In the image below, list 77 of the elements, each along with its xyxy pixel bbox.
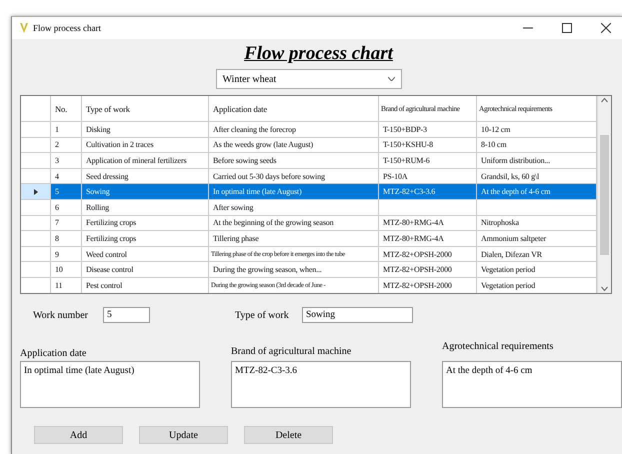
crop-dropdown[interactable]: Winter wheat xyxy=(216,69,402,89)
table-cell: 8-10 cm xyxy=(477,138,597,154)
vertical-scrollbar[interactable] xyxy=(597,96,611,293)
column-header[interactable]: No. xyxy=(51,96,82,122)
table-cell: At the depth of 4-6 cm xyxy=(477,184,597,200)
table-cell: MTZ-82+OPSH-2000 xyxy=(379,246,477,262)
machine-brand-field[interactable]: MTZ-82-C3-3.6 xyxy=(231,361,411,408)
table-cell: MTZ-82+C3-3.6 xyxy=(379,184,477,200)
table-cell: 10 xyxy=(51,262,82,278)
scroll-up-icon[interactable] xyxy=(601,96,608,104)
window-title: Flow process chart xyxy=(33,23,102,33)
table-cell: T-150+RUM-6 xyxy=(379,153,477,169)
column-header[interactable]: Application date xyxy=(209,96,379,122)
type-of-work-field[interactable]: Sowing xyxy=(302,307,413,323)
table-cell: 7 xyxy=(51,216,82,232)
wheat-icon xyxy=(19,22,29,34)
action-button[interactable]: Add xyxy=(34,426,123,444)
table-cell: Rolling xyxy=(82,200,209,216)
table-cell: Fertilizing crops xyxy=(82,216,209,232)
action-button[interactable]: Update xyxy=(139,426,228,444)
field-label: Work number xyxy=(33,310,90,320)
table-cell: T-150+BDP-3 xyxy=(379,122,477,138)
table-cell: After sowing xyxy=(209,200,379,216)
table-cell: Uniform distribution... xyxy=(477,153,597,169)
table-cell: 1 xyxy=(51,122,82,138)
maximize-icon xyxy=(562,23,572,33)
table-cell: 4 xyxy=(51,168,82,184)
page-heading: Flow process chart xyxy=(244,43,393,65)
table-cell: Cultivation in 2 traces xyxy=(82,138,209,154)
table-cell: Disking xyxy=(82,122,209,138)
table-cell: 5 xyxy=(51,184,82,200)
table-cell: 3 xyxy=(51,153,82,169)
table-cell: After cleaning the forecrop xyxy=(209,122,379,138)
table-cell: Seed dressing xyxy=(82,168,209,184)
table-cell: In optimal time (late August) xyxy=(209,184,379,200)
table-cell: MTZ-82+OPSH-2000 xyxy=(379,262,477,278)
field-label: Agrotechnical requirements xyxy=(442,341,554,352)
table-cell: Nitrophoska xyxy=(477,216,597,232)
table-cell: 9 xyxy=(51,246,82,262)
table-cell: Before sowing seeds xyxy=(209,153,379,169)
table-cell: During the growing season, when... xyxy=(209,262,379,278)
table-cell: Grandsil, ks, 60 g\l xyxy=(477,168,597,184)
action-button[interactable]: Delete xyxy=(244,426,333,444)
work-number-field[interactable]: 5 xyxy=(103,307,150,323)
table-cell: Weed control xyxy=(82,246,209,262)
scroll-thumb[interactable] xyxy=(600,134,609,254)
table-cell: Ammonium saltpeter xyxy=(477,231,597,247)
chevron-down-icon xyxy=(388,77,394,81)
application-date-field[interactable]: In optimal time (late August) xyxy=(20,361,200,408)
table-cell: 2 xyxy=(51,138,82,154)
scroll-down-icon[interactable] xyxy=(601,285,608,293)
field-label: Type of work xyxy=(235,310,290,320)
table-cell: Dialen, Difezan VR xyxy=(477,246,597,262)
table-cell: Carried out 5-30 days before sowing xyxy=(209,168,379,184)
corner-header[interactable] xyxy=(21,96,51,122)
close-icon xyxy=(600,23,610,33)
table-cell: PS-10A xyxy=(379,168,477,184)
table-cell: MTZ-80+RMG-4A xyxy=(379,231,477,247)
table-cell: Disease control xyxy=(82,262,209,278)
table-cell: Tillering phase xyxy=(209,231,379,247)
row-pointer-icon xyxy=(34,188,38,195)
column-header[interactable]: Type of work xyxy=(82,96,209,122)
field-label: Brand of agricultural machine xyxy=(231,346,352,357)
requirements-field[interactable]: At the depth of 4-6 cm xyxy=(442,361,622,408)
row-header[interactable] xyxy=(21,184,51,200)
table-cell: At the beginning of the growing season xyxy=(209,216,379,232)
table-cell: 8 xyxy=(51,231,82,247)
table-cell: As the weeds grow (late August) xyxy=(209,138,379,154)
field-label: Application date xyxy=(20,348,88,359)
table-cell: 6 xyxy=(51,200,82,216)
table-cell: MTZ-80+RMG-4A xyxy=(379,216,477,232)
table-cell: Application of mineral fertilizers xyxy=(82,153,209,169)
table-cell: 10-12 cm xyxy=(477,122,597,138)
table-cell: Vegetation period xyxy=(477,262,597,278)
table-cell: T-150+KSHU-8 xyxy=(379,138,477,154)
table-cell: Fertilizing crops xyxy=(82,231,209,247)
table-cell: Sowing xyxy=(82,184,209,200)
